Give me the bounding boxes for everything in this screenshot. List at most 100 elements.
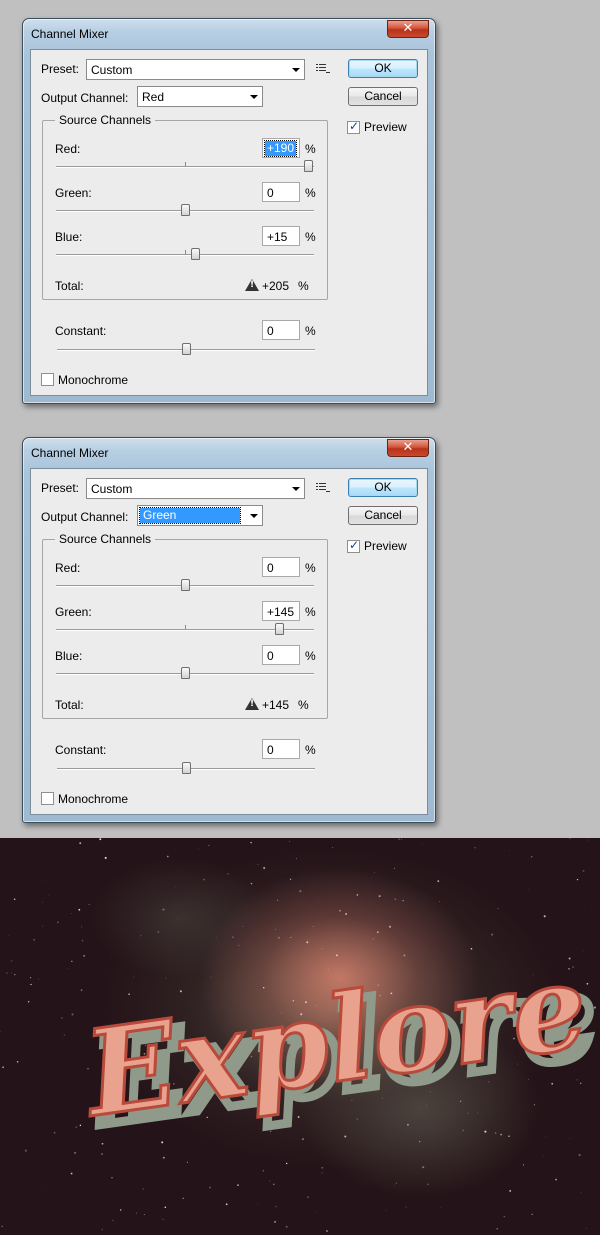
ok-button[interactable]: OK bbox=[348, 478, 418, 497]
source-channels-title: Source Channels bbox=[55, 113, 156, 127]
red-slider-thumb[interactable] bbox=[303, 160, 313, 172]
constant-input[interactable]: 0 bbox=[262, 320, 300, 340]
preset-dropdown[interactable]: Custom bbox=[86, 478, 305, 499]
preview-checkbox[interactable]: ✓ bbox=[347, 119, 360, 134]
green-slider[interactable] bbox=[56, 623, 314, 637]
preset-dropdown[interactable]: Custom bbox=[86, 59, 305, 80]
monochrome-checkbox[interactable] bbox=[41, 373, 54, 386]
green-slider-thumb[interactable] bbox=[274, 623, 284, 635]
red-value: +190 bbox=[263, 140, 298, 157]
preset-options-icon[interactable] bbox=[316, 483, 330, 495]
blue-value: +15 bbox=[267, 230, 288, 244]
output-channel-dropdown[interactable]: Green bbox=[137, 505, 263, 526]
red-label: Red: bbox=[55, 142, 81, 156]
channel-mixer-dialog-2: Channel Mixer ✕ Preset: Custom Output Ch… bbox=[22, 437, 436, 823]
cancel-button[interactable]: Cancel bbox=[348, 506, 418, 525]
preset-options-icon[interactable] bbox=[316, 64, 330, 76]
monochrome-checkbox[interactable] bbox=[41, 792, 54, 805]
explore-space-artwork: Explore Explore bbox=[0, 838, 600, 1235]
monochrome-label: Monochrome bbox=[58, 373, 129, 387]
channel-mixer-dialog-1: Channel Mixer ✕ Preset: Custom Output Ch… bbox=[22, 18, 436, 404]
blue-input[interactable]: +15 bbox=[262, 226, 300, 246]
constant-value: 0 bbox=[267, 324, 274, 338]
cancel-button[interactable]: Cancel bbox=[348, 87, 418, 106]
constant-input[interactable]: 0 bbox=[262, 739, 300, 759]
green-value: 0 bbox=[267, 186, 274, 200]
percent-sign: % bbox=[305, 605, 316, 619]
title-bar[interactable]: Channel Mixer ✕ bbox=[23, 438, 435, 468]
dialog-body: Preset: Custom Output Channel: Green OK … bbox=[30, 468, 428, 815]
blue-label: Blue: bbox=[55, 649, 83, 663]
percent-sign: % bbox=[305, 561, 316, 575]
percent-sign: % bbox=[298, 698, 309, 712]
blue-slider[interactable] bbox=[56, 667, 314, 681]
source-channels-group: Source Channels Red: 0 % Green: +145 % B… bbox=[42, 532, 328, 719]
constant-label: Constant: bbox=[55, 324, 107, 338]
source-channels-title: Source Channels bbox=[55, 532, 156, 546]
green-input[interactable]: +145 bbox=[262, 601, 300, 621]
percent-sign: % bbox=[305, 142, 316, 156]
percent-sign: % bbox=[305, 186, 316, 200]
preview-label: Preview bbox=[364, 539, 407, 553]
close-button[interactable]: ✕ bbox=[387, 20, 429, 38]
preset-value: Custom bbox=[91, 482, 133, 496]
preset-label: Preset: bbox=[41, 481, 80, 495]
constant-slider[interactable] bbox=[57, 762, 315, 776]
constant-label: Constant: bbox=[55, 743, 107, 757]
explore-3d-text: Explore Explore bbox=[73, 934, 600, 1157]
constant-value: 0 bbox=[267, 743, 274, 757]
red-slider[interactable] bbox=[56, 579, 314, 593]
blue-slider-thumb[interactable] bbox=[190, 248, 200, 260]
dialog-title: Channel Mixer bbox=[31, 446, 109, 460]
preset-value: Custom bbox=[91, 63, 133, 77]
green-label: Green: bbox=[55, 186, 92, 200]
green-slider-thumb[interactable] bbox=[181, 204, 190, 216]
checkmark-icon: ✓ bbox=[349, 538, 360, 552]
percent-sign: % bbox=[305, 230, 316, 244]
preset-label: Preset: bbox=[41, 62, 80, 76]
preview-label: Preview bbox=[364, 120, 407, 134]
percent-sign: % bbox=[305, 743, 316, 757]
checkmark-icon: ✓ bbox=[349, 119, 360, 133]
close-button[interactable]: ✕ bbox=[387, 439, 429, 457]
blue-slider[interactable] bbox=[56, 248, 314, 262]
blue-label: Blue: bbox=[55, 230, 83, 244]
close-icon: ✕ bbox=[402, 21, 414, 36]
percent-sign: % bbox=[298, 279, 309, 293]
blue-slider-thumb[interactable] bbox=[181, 667, 190, 679]
percent-sign: % bbox=[305, 649, 316, 663]
red-input[interactable]: 0 bbox=[262, 557, 300, 577]
output-channel-value: Green bbox=[139, 507, 241, 524]
red-value: 0 bbox=[267, 561, 274, 575]
red-slider-thumb[interactable] bbox=[181, 579, 190, 591]
output-channel-value: Red bbox=[142, 90, 165, 104]
dialog-title: Channel Mixer bbox=[31, 27, 109, 41]
chevron-down-icon bbox=[250, 95, 258, 99]
warning-icon bbox=[245, 279, 259, 291]
total-label: Total: bbox=[55, 279, 84, 293]
chevron-down-icon bbox=[250, 514, 258, 518]
blue-input[interactable]: 0 bbox=[262, 645, 300, 665]
monochrome-label: Monochrome bbox=[58, 792, 129, 806]
dialog-body: Preset: Custom Output Channel: Red OK Ca… bbox=[30, 49, 428, 396]
red-label: Red: bbox=[55, 561, 81, 575]
output-channel-label: Output Channel: bbox=[41, 91, 129, 105]
chevron-down-icon bbox=[292, 487, 300, 491]
constant-slider-thumb[interactable] bbox=[182, 762, 191, 774]
constant-slider[interactable] bbox=[57, 343, 315, 357]
title-bar[interactable]: Channel Mixer ✕ bbox=[23, 19, 435, 49]
green-label: Green: bbox=[55, 605, 92, 619]
ok-button[interactable]: OK bbox=[348, 59, 418, 78]
total-value: +145 bbox=[262, 698, 290, 712]
preview-checkbox[interactable]: ✓ bbox=[347, 538, 360, 553]
output-channel-dropdown[interactable]: Red bbox=[137, 86, 263, 107]
green-slider[interactable] bbox=[56, 204, 314, 218]
total-label: Total: bbox=[55, 698, 84, 712]
red-slider[interactable] bbox=[56, 160, 314, 174]
constant-slider-thumb[interactable] bbox=[182, 343, 191, 355]
warning-icon bbox=[245, 698, 259, 710]
green-value: +145 bbox=[267, 605, 295, 619]
source-channels-group: Source Channels Red: +190 % Green: 0 % B… bbox=[42, 113, 328, 300]
red-input[interactable]: +190 bbox=[262, 138, 300, 158]
green-input[interactable]: 0 bbox=[262, 182, 300, 202]
